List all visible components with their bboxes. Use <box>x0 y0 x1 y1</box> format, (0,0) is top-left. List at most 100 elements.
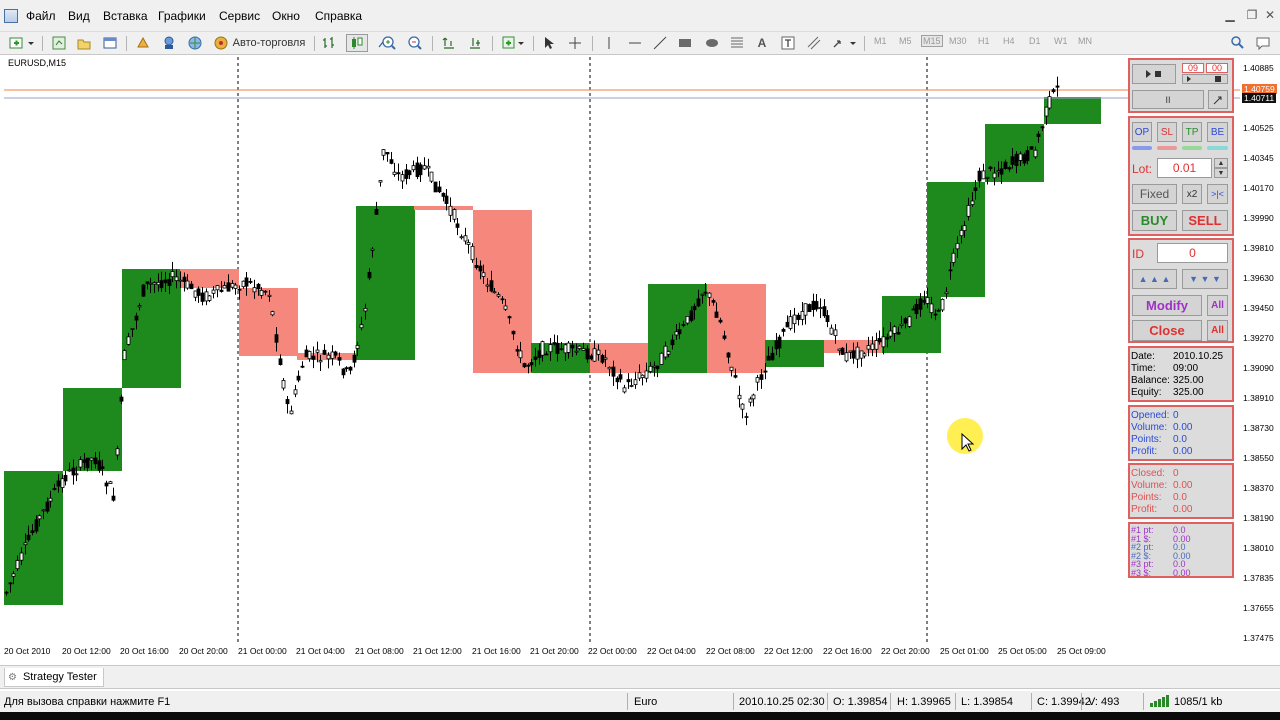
bar-chart-icon[interactable] <box>320 34 338 52</box>
candle-body <box>936 309 941 312</box>
restore-icon[interactable]: ❐ <box>1245 8 1259 22</box>
fixed-lot-button[interactable]: Fixed <box>1132 184 1177 204</box>
modify-panel: ID 0 ▲ ▲ ▲ ▼ ▼ ▼ Modify All Close All <box>1128 238 1234 343</box>
channel-icon[interactable] <box>805 34 823 52</box>
indicators-icon[interactable] <box>500 34 526 52</box>
chat-icon[interactable] <box>1254 34 1272 52</box>
modify-button[interactable]: Modify <box>1132 295 1202 316</box>
timer-minutes[interactable]: 00 <box>1206 63 1228 73</box>
id-input[interactable]: 0 <box>1157 243 1228 263</box>
candle-body <box>407 170 412 176</box>
buy-button[interactable]: BUY <box>1132 210 1177 231</box>
menu-insert[interactable]: Вставка <box>103 9 148 23</box>
candle-body <box>563 344 568 354</box>
candle-body <box>185 280 190 289</box>
lot-input[interactable]: 0.01 <box>1157 158 1212 178</box>
candle-body <box>655 365 660 370</box>
close-order-button[interactable]: Close <box>1132 320 1202 341</box>
market-watch-icon[interactable] <box>50 34 68 52</box>
candlestick-chart-icon[interactable] <box>346 34 368 52</box>
terminal-icon[interactable] <box>101 34 119 52</box>
text-icon[interactable]: A <box>753 34 771 52</box>
timeframe-w1[interactable]: W1 <box>1054 36 1068 46</box>
candle-body <box>196 288 201 296</box>
move-up-button[interactable]: ▲ ▲ ▲ <box>1132 269 1177 289</box>
timeframe-m30[interactable]: M30 <box>949 36 967 46</box>
double-lot-button[interactable]: x2 <box>1182 184 1202 204</box>
candle-body <box>522 363 527 368</box>
candle-body <box>422 165 427 170</box>
strategy-tester-icon[interactable] <box>134 34 152 52</box>
expert-editor-icon[interactable] <box>160 34 178 52</box>
timeframe-m15[interactable]: M15 <box>921 35 943 47</box>
new-chart-icon[interactable] <box>8 34 36 52</box>
arrows-icon[interactable] <box>830 34 858 52</box>
candle-body <box>663 345 668 358</box>
bullish-range-box <box>356 206 415 360</box>
text-label-icon[interactable] <box>779 34 797 52</box>
candle-body <box>281 380 286 389</box>
navigator-icon[interactable] <box>75 34 93 52</box>
lot-up-icon[interactable]: ▲ <box>1214 158 1228 168</box>
lot-down-icon[interactable]: ▼ <box>1214 168 1228 178</box>
candle-body <box>470 246 475 261</box>
fibonacci-icon[interactable] <box>728 34 746 52</box>
autotrade-button[interactable]: Авто-торговля <box>210 34 308 52</box>
autoscroll-icon[interactable] <box>440 34 458 52</box>
menu-charts[interactable]: Графики <box>158 9 206 23</box>
timeframe-m1[interactable]: M1 <box>874 36 887 46</box>
zoom-out-icon[interactable] <box>406 34 424 52</box>
options-icon[interactable] <box>186 34 204 52</box>
time-tick: 21 Oct 20:00 <box>530 646 579 656</box>
split-lot-button[interactable]: >|< <box>1207 184 1228 204</box>
speed-control[interactable] <box>1182 74 1228 84</box>
close-all-button[interactable]: All <box>1207 320 1228 341</box>
chart-area[interactable]: EURUSD,M15 1.40885 1.40759 1.40711 1.405… <box>4 57 1277 643</box>
menu-tools[interactable]: Сервис <box>219 9 260 23</box>
sl-button[interactable]: SL <box>1157 122 1177 142</box>
candle-body <box>230 283 235 288</box>
chart-pin-button[interactable] <box>1208 90 1228 109</box>
move-down-button[interactable]: ▼ ▼ ▼ <box>1182 269 1228 289</box>
candle-body <box>751 394 756 400</box>
ellipse-icon[interactable] <box>703 34 721 52</box>
timeframe-h1[interactable]: H1 <box>978 36 990 46</box>
candle-body <box>792 314 797 325</box>
candle-body <box>152 282 157 285</box>
horizontal-line-icon[interactable] <box>626 34 644 52</box>
cursor-icon[interactable] <box>540 34 558 52</box>
menu-help[interactable]: Справка <box>315 9 362 23</box>
search-icon[interactable] <box>1228 34 1246 52</box>
menu-view[interactable]: Вид <box>68 9 90 23</box>
play-stop-button[interactable] <box>1132 64 1176 84</box>
trendline-icon[interactable] <box>651 34 669 52</box>
menu-file[interactable]: Файл <box>26 9 56 23</box>
zoom-in-icon[interactable] <box>380 34 398 52</box>
timeframe-d1[interactable]: D1 <box>1029 36 1041 46</box>
timeframe-mn[interactable]: MN <box>1078 36 1092 46</box>
timeframe-m5[interactable]: M5 <box>899 36 912 46</box>
tab-strategy-tester[interactable]: ⚙ Strategy Tester <box>4 668 104 687</box>
candle-body <box>644 370 649 379</box>
candle-body <box>600 355 605 363</box>
tp-button[interactable]: TP <box>1182 122 1202 142</box>
menu-window[interactable]: Окно <box>272 9 300 23</box>
chart-shift-icon[interactable] <box>466 34 484 52</box>
pause-button[interactable]: II <box>1132 90 1204 109</box>
status-profile[interactable]: Euro <box>634 696 657 708</box>
timer-hours[interactable]: 09 <box>1182 63 1204 73</box>
crosshair-icon[interactable] <box>566 34 584 52</box>
candle-body <box>211 289 216 294</box>
candle-body <box>999 168 1004 175</box>
op-button[interactable]: OP <box>1132 122 1152 142</box>
close-icon[interactable]: ✕ <box>1263 8 1277 22</box>
vertical-line-icon[interactable] <box>600 34 618 52</box>
candle-body <box>596 349 601 355</box>
rectangle-icon[interactable] <box>676 34 694 52</box>
modify-all-button[interactable]: All <box>1207 295 1228 316</box>
candle-body <box>200 292 205 302</box>
be-button[interactable]: BE <box>1207 122 1228 142</box>
sell-button[interactable]: SELL <box>1182 210 1228 231</box>
minimize-icon[interactable]: ▁ <box>1223 8 1237 22</box>
timeframe-h4[interactable]: H4 <box>1003 36 1015 46</box>
